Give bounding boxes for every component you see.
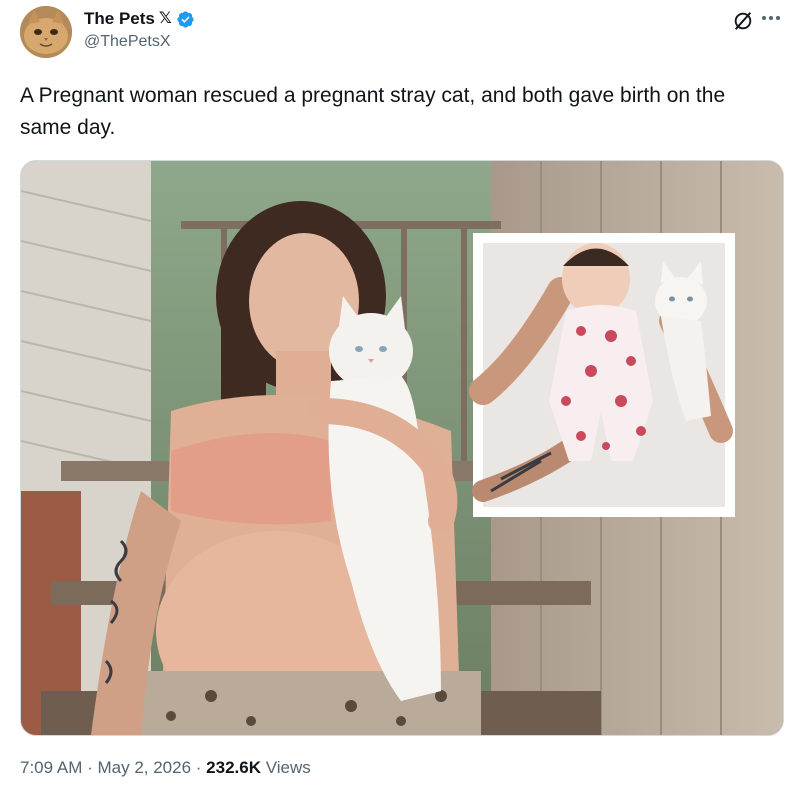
views-count: 232.6K xyxy=(206,758,261,777)
author-block: The Pets 𝕏 @ThePetsX xyxy=(84,8,195,51)
verified-badge-icon[interactable] xyxy=(176,10,195,29)
views-label: Views xyxy=(265,758,311,777)
cat-avatar-image xyxy=(20,6,72,58)
meta-separator: · xyxy=(191,758,207,777)
tweet-text: A Pregnant woman rescued a pregnant stra… xyxy=(20,84,726,139)
inset-photo xyxy=(469,233,735,517)
more-options-icon[interactable] xyxy=(758,8,784,28)
photo-canvas xyxy=(21,161,783,735)
x-affiliation-badge: 𝕏 xyxy=(158,10,172,27)
tweet-photo[interactable] xyxy=(20,160,784,736)
handle[interactable]: @ThePetsX xyxy=(84,33,195,51)
tweet-time[interactable]: 7:09 AM xyxy=(20,758,82,777)
display-name[interactable]: The Pets xyxy=(84,9,155,29)
grok-icon[interactable] xyxy=(732,10,754,32)
tweet-date[interactable]: May 2, 2026 xyxy=(97,758,191,777)
avatar[interactable] xyxy=(20,6,72,58)
tweet: The Pets 𝕏 @ThePetsX A Pregnant woman re… xyxy=(0,0,800,798)
name-row: The Pets 𝕏 xyxy=(84,8,195,30)
meta-separator: · xyxy=(82,758,98,777)
tweet-meta: 7:09 AM · May 2, 2026 · 232.6K Views xyxy=(20,758,311,778)
